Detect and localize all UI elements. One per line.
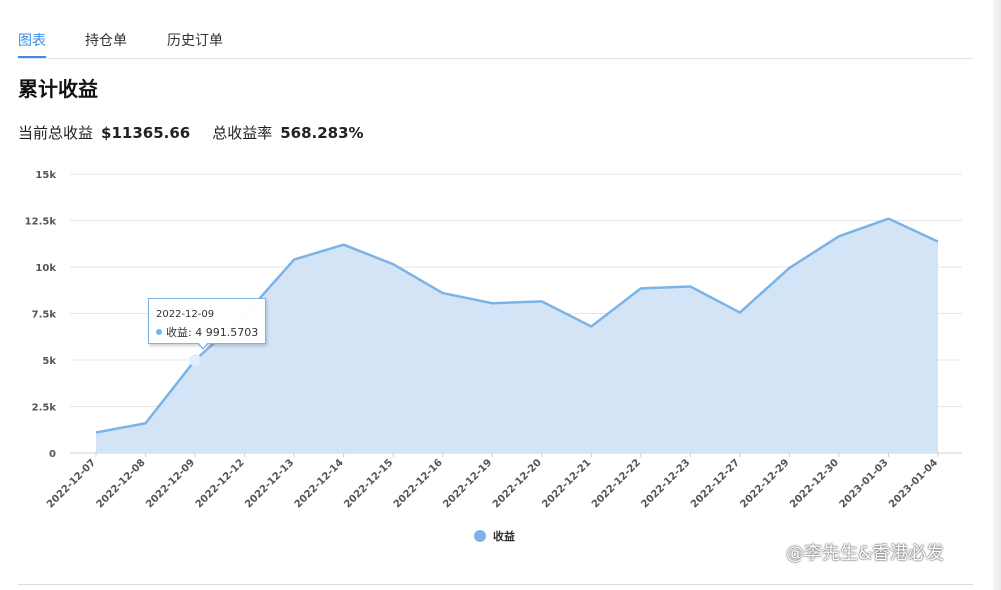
page-title: 累计收益 bbox=[18, 77, 98, 101]
x-tick-label: 2022-12-22 bbox=[590, 457, 643, 510]
x-tick-label: 2023-01-04 bbox=[887, 457, 940, 510]
data-point bbox=[737, 310, 742, 315]
x-tick-label: 2022-12-16 bbox=[392, 457, 445, 510]
x-tick-label: 2022-12-12 bbox=[194, 457, 247, 510]
legend-swatch bbox=[474, 530, 486, 542]
y-tick-label: 5k bbox=[42, 356, 56, 367]
data-point bbox=[936, 239, 941, 244]
data-point bbox=[589, 324, 594, 329]
data-point bbox=[787, 265, 792, 270]
x-tick-label: 2022-12-19 bbox=[441, 457, 494, 510]
legend-label: 收益 bbox=[493, 529, 515, 543]
x-tick-label: 2022-12-07 bbox=[45, 457, 98, 510]
data-point bbox=[490, 301, 495, 306]
tooltip-value: 4 991.5703 bbox=[195, 326, 259, 339]
y-tick-label: 7.5k bbox=[32, 310, 57, 321]
data-point bbox=[292, 257, 297, 262]
active-tab-indicator bbox=[18, 56, 46, 58]
data-point bbox=[638, 286, 643, 291]
chart-tooltip: 2022-12-09 收益: 4 991.5703 bbox=[148, 298, 266, 350]
y-tick-label: 12.5k bbox=[25, 217, 57, 228]
data-point bbox=[539, 299, 544, 304]
watermark-text: @李先生&香港必发 bbox=[786, 543, 945, 564]
tab-chart[interactable]: 图表 bbox=[18, 30, 46, 50]
series-dot-icon bbox=[156, 329, 162, 335]
x-tick-label: 2022-12-14 bbox=[293, 457, 346, 510]
tab-positions[interactable]: 持仓单 bbox=[85, 30, 127, 50]
x-tick-label: 2022-12-15 bbox=[342, 457, 395, 510]
data-point bbox=[143, 421, 148, 426]
x-tick-label: 2023-01-03 bbox=[838, 457, 891, 510]
total-rate-value: 568.283% bbox=[280, 124, 364, 142]
x-tick-label: 2022-12-21 bbox=[540, 457, 593, 510]
x-tick-label: 2022-12-09 bbox=[144, 457, 197, 510]
y-tick-label: 2.5k bbox=[32, 403, 57, 414]
data-point bbox=[440, 291, 445, 296]
bottom-divider bbox=[18, 584, 973, 585]
current-total-value: $11365.66 bbox=[101, 124, 191, 142]
tab-order-history[interactable]: 历史订单 bbox=[167, 30, 223, 50]
current-total-label: 当前总收益 bbox=[18, 124, 94, 142]
chart-panel: 图表 持仓单 历史订单 累计收益 当前总收益 $11365.66 总收益率 568.2… bbox=[0, 0, 993, 590]
total-rate-label: 总收益率 bbox=[212, 124, 273, 142]
y-tick-label: 0 bbox=[49, 449, 56, 460]
data-point bbox=[189, 354, 202, 367]
x-tick-label: 2022-12-30 bbox=[788, 457, 841, 510]
y-tick-label: 10k bbox=[35, 263, 56, 274]
x-tick-label: 2022-12-20 bbox=[491, 457, 544, 510]
x-tick-label: 2022-12-13 bbox=[243, 457, 296, 510]
x-tick-label: 2022-12-29 bbox=[739, 457, 792, 510]
tooltip-date: 2022-12-09 bbox=[156, 309, 215, 320]
tooltip-row: 收益: 4 991.5703 bbox=[156, 324, 258, 340]
x-tick-label: 2022-12-08 bbox=[95, 457, 148, 510]
summary-line: 当前总收益 $11365.66 总收益率 568.283% bbox=[18, 122, 386, 143]
x-tick-label: 2022-12-27 bbox=[689, 457, 742, 510]
x-tick-label: 2022-12-23 bbox=[639, 457, 692, 510]
data-point bbox=[94, 430, 99, 435]
tab-bar: 图表 持仓单 历史订单 bbox=[18, 30, 973, 59]
data-point bbox=[886, 216, 891, 221]
y-tick-label: 15k bbox=[35, 170, 56, 181]
data-point bbox=[688, 284, 693, 289]
tooltip-series-label: 收益: bbox=[166, 326, 192, 339]
cumulative-return-chart: 02.5k5k7.5k10k12.5k15k2022-12-072022-12-… bbox=[25, 170, 962, 543]
data-point bbox=[836, 234, 841, 239]
data-point bbox=[341, 242, 346, 247]
data-point bbox=[391, 262, 396, 267]
panel-edge bbox=[993, 0, 1001, 590]
